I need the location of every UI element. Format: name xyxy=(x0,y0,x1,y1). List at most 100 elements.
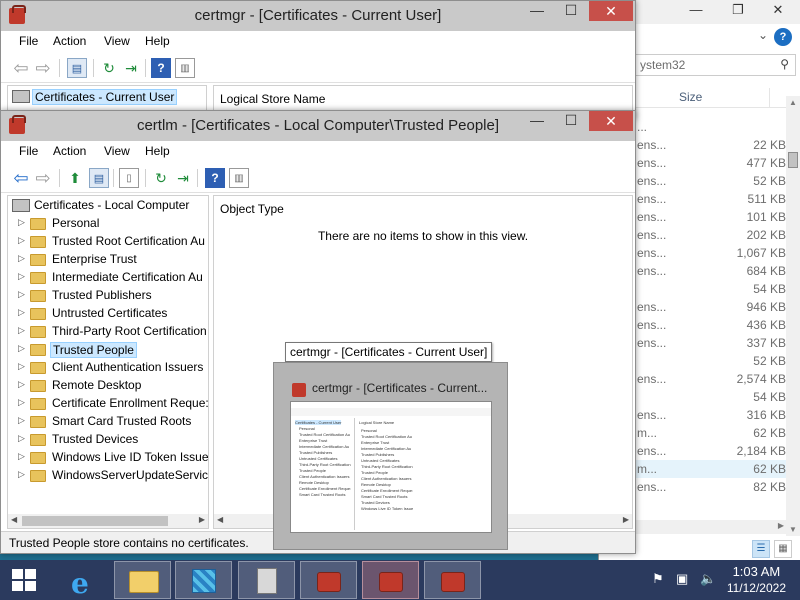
list-item[interactable]: ... xyxy=(635,118,786,136)
forward-icon[interactable]: ⇨ xyxy=(33,58,53,78)
network-icon[interactable]: ▣ xyxy=(676,571,688,587)
expand-icon[interactable]: ▷ xyxy=(18,451,25,462)
tree-item[interactable]: ▷ Personal xyxy=(8,215,208,233)
column-logical-store-name[interactable]: Logical Store Name xyxy=(220,92,325,106)
properties-icon[interactable]: ▯ xyxy=(119,168,139,188)
search-input[interactable]: ystem32 ⚲ xyxy=(635,54,796,76)
minimize-icon[interactable]: — xyxy=(681,0,711,22)
list-item[interactable]: 54 KB xyxy=(635,280,786,298)
list-item[interactable]: ens... 2,574 KB xyxy=(635,370,786,388)
list-item[interactable]: ens... 1,067 KB xyxy=(635,244,786,262)
menu-help[interactable]: Help xyxy=(145,34,170,48)
list-item[interactable]: ens... 22 KB xyxy=(635,136,786,154)
scroll-left-icon[interactable]: ◀ xyxy=(217,515,223,524)
list-item[interactable]: m... 62 KB xyxy=(635,460,786,478)
export-list-icon[interactable]: ⇥ xyxy=(121,58,141,78)
action-pane-icon[interactable]: ▥ xyxy=(175,58,195,78)
vertical-scrollbar[interactable]: ▲ ▼ xyxy=(786,96,800,536)
list-item[interactable]: 52 KB xyxy=(635,352,786,370)
tree-item[interactable]: ▷ WindowsServerUpdateService xyxy=(8,467,208,485)
taskbar-mmc-2[interactable] xyxy=(362,561,419,599)
back-icon[interactable]: ⇦ xyxy=(11,168,31,188)
expand-icon[interactable]: ▷ xyxy=(18,217,25,228)
tree-item[interactable]: ▷ Third-Party Root Certification xyxy=(8,323,208,341)
scroll-left-icon[interactable]: ◀ xyxy=(11,515,17,524)
tree-item[interactable]: ▷ Intermediate Certification Au xyxy=(8,269,208,287)
tree-item[interactable]: ▷ Windows Live ID Token Issue xyxy=(8,449,208,467)
scroll-thumb[interactable] xyxy=(788,152,798,168)
list-item[interactable]: ens... 436 KB xyxy=(635,316,786,334)
expand-icon[interactable]: ▷ xyxy=(18,379,25,390)
list-item[interactable]: ens... 337 KB xyxy=(635,334,786,352)
close-button[interactable]: ✕ xyxy=(589,1,633,21)
tree-item[interactable]: ▷ Trusted Devices xyxy=(8,431,208,449)
tree-item[interactable]: ▷ Enterprise Trust xyxy=(8,251,208,269)
tree-item[interactable]: ▷ Trusted People xyxy=(8,341,208,359)
list-item[interactable]: ens... 684 KB xyxy=(635,262,786,280)
back-icon[interactable]: ⇦ xyxy=(11,58,31,78)
expand-icon[interactable]: ▷ xyxy=(18,271,25,282)
refresh-icon[interactable]: ↻ xyxy=(151,168,171,188)
tree-item[interactable]: ▷ Certificate Enrollment Reque: xyxy=(8,395,208,413)
expand-icon[interactable]: ▷ xyxy=(18,469,25,480)
tree-horizontal-scrollbar[interactable]: ◀ ▶ xyxy=(8,514,208,528)
list-item[interactable]: ens... 82 KB xyxy=(635,478,786,496)
menu-view[interactable]: View xyxy=(104,34,130,48)
taskbar-calculator[interactable] xyxy=(238,561,295,599)
menu-action[interactable]: Action xyxy=(53,144,86,158)
help-icon[interactable]: ? xyxy=(205,168,225,188)
tree-root[interactable]: Certificates - Current User xyxy=(8,88,206,106)
expand-icon[interactable]: ▷ xyxy=(18,235,25,246)
expand-icon[interactable]: ▷ xyxy=(18,253,25,264)
list-item[interactable]: ens... 511 KB xyxy=(635,190,786,208)
scroll-right-icon[interactable]: ▶ xyxy=(623,515,629,524)
show-hide-tree-icon[interactable]: ▤ xyxy=(67,58,87,78)
details-view-icon[interactable]: ☰ xyxy=(752,540,770,558)
scroll-down-icon[interactable]: ▼ xyxy=(789,525,797,534)
close-button[interactable]: ✕ xyxy=(589,111,633,131)
list-item[interactable]: ens... 2,184 KB xyxy=(635,442,786,460)
menu-action[interactable]: Action xyxy=(53,34,86,48)
expand-icon[interactable]: ▷ xyxy=(18,289,25,300)
column-size[interactable]: Size xyxy=(679,90,702,104)
tree-item[interactable]: ▷ Client Authentication Issuers xyxy=(8,359,208,377)
expand-icon[interactable]: ▷ xyxy=(18,325,25,336)
list-item[interactable]: ens... 202 KB xyxy=(635,226,786,244)
list-item[interactable]: m... 62 KB xyxy=(635,424,786,442)
menu-file[interactable]: File xyxy=(19,34,38,48)
minimize-icon[interactable]: — xyxy=(523,1,551,21)
list-item[interactable]: ens... 52 KB xyxy=(635,172,786,190)
menu-view[interactable]: View xyxy=(104,144,130,158)
expand-icon[interactable]: ▷ xyxy=(18,361,25,372)
column-separator[interactable] xyxy=(769,88,770,108)
maximize-icon[interactable]: ☐ xyxy=(557,1,585,21)
scroll-right-icon[interactable]: ▶ xyxy=(199,515,205,524)
list-item[interactable]: ens... 316 KB xyxy=(635,406,786,424)
taskbar-mmc-3[interactable] xyxy=(424,561,481,599)
column-object-type[interactable]: Object Type xyxy=(220,202,284,216)
up-one-level-icon[interactable]: ⬆ xyxy=(65,168,85,188)
tree-item[interactable]: ▷ Trusted Publishers xyxy=(8,287,208,305)
scroll-up-icon[interactable]: ▲ xyxy=(789,98,797,107)
taskbar-app-grid[interactable] xyxy=(175,561,232,599)
help-icon[interactable]: ? xyxy=(151,58,171,78)
clock[interactable]: 1:03 AM 11/12/2022 xyxy=(727,564,786,596)
expand-icon[interactable]: ▷ xyxy=(18,397,25,408)
tree-item[interactable]: ▷ Untrusted Certificates xyxy=(8,305,208,323)
start-button[interactable] xyxy=(12,569,36,591)
show-hide-tree-icon[interactable]: ▤ xyxy=(89,168,109,188)
taskbar-ie[interactable]: e xyxy=(53,561,110,600)
restore-icon[interactable]: ❐ xyxy=(723,0,753,22)
scroll-right-icon[interactable]: ▶ xyxy=(778,521,784,530)
tree-item[interactable]: ▷ Smart Card Trusted Roots xyxy=(8,413,208,431)
minimize-icon[interactable]: — xyxy=(523,111,551,131)
chevron-down-icon[interactable]: ⌄ xyxy=(758,28,768,42)
expand-icon[interactable]: ▷ xyxy=(18,415,25,426)
tree-item[interactable]: ▷ Trusted Root Certification Au xyxy=(8,233,208,251)
list-item[interactable]: 54 KB xyxy=(635,388,786,406)
export-list-icon[interactable]: ⇥ xyxy=(173,168,193,188)
list-item[interactable]: ens... 946 KB xyxy=(635,298,786,316)
maximize-icon[interactable]: ☐ xyxy=(557,111,585,131)
tree-root[interactable]: Certificates - Local Computer xyxy=(8,197,208,215)
horizontal-scrollbar[interactable]: ▶ xyxy=(635,520,786,534)
